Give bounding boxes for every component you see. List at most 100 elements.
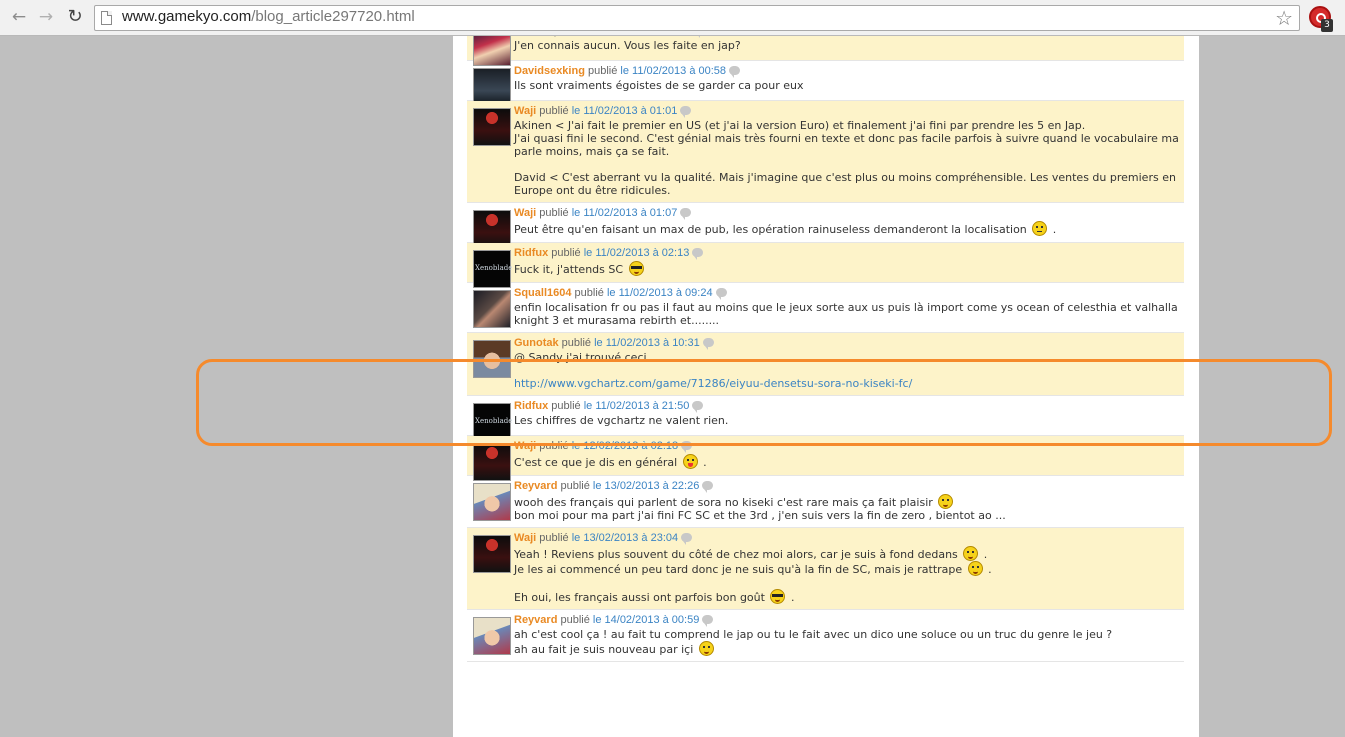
comment-item: Waji publié le 12/02/2013 à 02:18 C'est c… bbox=[467, 436, 1184, 481]
comment-body: Fuck it, j'attends SC bbox=[514, 261, 1180, 276]
page-icon bbox=[101, 11, 112, 25]
published-label: publié bbox=[551, 36, 586, 37]
comment-author[interactable]: Ridfux bbox=[514, 400, 548, 412]
smiley-cool-icon bbox=[770, 589, 786, 604]
back-arrow-icon[interactable]: ← bbox=[8, 6, 30, 28]
comment-date[interactable]: le 13/02/2013 à 23:04 bbox=[572, 532, 678, 544]
comment-date[interactable]: le 11/02/2013 à 09:24 bbox=[607, 287, 713, 299]
comment-date[interactable]: le 11/02/2013 à 21:50 bbox=[584, 400, 690, 412]
comment-body: enfin localisation fr ou pas il faut au … bbox=[514, 301, 1180, 327]
published-label: publié bbox=[557, 614, 593, 626]
avatar[interactable] bbox=[473, 290, 511, 328]
avatar[interactable] bbox=[473, 483, 511, 521]
url-text[interactable]: www.gamekyo.com/blog_article297720.html bbox=[122, 8, 415, 25]
comment-line: ah c'est cool ça ! au fait tu comprend l… bbox=[514, 628, 1113, 641]
comment-date[interactable]: le 11/02/2013 à 02:13 bbox=[584, 247, 690, 259]
reload-icon[interactable]: ↻ bbox=[64, 6, 86, 28]
comment-line: Je les ai commencé un peu tard donc je n… bbox=[514, 561, 992, 576]
smiley-cool-icon bbox=[628, 261, 644, 276]
published-label: publié bbox=[536, 105, 572, 117]
smiley-happy-icon bbox=[967, 561, 983, 576]
address-bar[interactable]: www.gamekyo.com/blog_article297720.html … bbox=[94, 5, 1300, 31]
forward-arrow-icon[interactable]: → bbox=[35, 6, 57, 28]
speech-bubble-icon[interactable] bbox=[692, 401, 704, 413]
comment-date[interactable]: le 12/02/2013 à 02:18 bbox=[572, 440, 678, 452]
comment-author[interactable]: Squall1604 bbox=[514, 287, 571, 299]
speech-bubble-icon[interactable] bbox=[715, 288, 727, 300]
comment-item: Ridfux publié le 11/02/2013 à 21:50Les c… bbox=[467, 396, 1184, 441]
comment-body: Ils sont vraiments égoistes de se garder… bbox=[514, 79, 1180, 92]
comment-body: C'est ce que je dis en général . bbox=[514, 454, 1180, 469]
bookmark-star-icon[interactable]: ☆ bbox=[1275, 6, 1293, 30]
speech-bubble-icon[interactable] bbox=[702, 615, 714, 627]
avatar[interactable] bbox=[473, 617, 511, 655]
comment-author[interactable]: Ridfux bbox=[514, 247, 548, 259]
comment-date[interactable]: le 11/02/2013 à 01:01 bbox=[572, 105, 678, 117]
comment-author[interactable]: Waji bbox=[514, 105, 536, 117]
comment-meta: Ridfux publié le 11/02/2013 à 21:50 bbox=[514, 400, 1180, 413]
comment-author[interactable]: Waji bbox=[514, 207, 536, 219]
url-host: www.gamekyo.com bbox=[122, 8, 252, 25]
speech-bubble-icon[interactable] bbox=[702, 481, 714, 493]
smiley-happy-icon bbox=[963, 546, 979, 561]
comment-item: Reyvard publié le 14/02/2013 à 00:59 ah c… bbox=[467, 610, 1184, 662]
comment-item: Akinen publié le 11/02/2013 à 00:55 J'en … bbox=[467, 36, 1184, 66]
published-label: publié bbox=[558, 337, 595, 349]
comment-body: Yeah ! Reviens plus souvent du côté de c… bbox=[514, 546, 1180, 604]
comment-item: Davidsexking publié le 11/02/2013 à 00:5… bbox=[467, 61, 1184, 106]
comment-date[interactable]: le 11/02/2013 à 00:55 bbox=[586, 36, 692, 37]
comment-date[interactable]: le 13/02/2013 à 22:26 bbox=[593, 480, 699, 492]
comment-meta: Reyvard publié le 13/02/2013 à 22:26 bbox=[514, 480, 1180, 493]
comment-line: J'ai quasi fini le second. C'est génial … bbox=[514, 132, 1179, 158]
comment-date[interactable]: le 11/02/2013 à 01:07 bbox=[572, 207, 678, 219]
comment-item: Reyvard publié le 13/02/2013 à 22:26 wooh… bbox=[467, 476, 1184, 528]
speech-bubble-icon[interactable] bbox=[681, 441, 693, 453]
avatar[interactable] bbox=[473, 108, 511, 146]
speech-bubble-icon[interactable] bbox=[702, 338, 714, 350]
avatar[interactable] bbox=[473, 340, 511, 378]
comment-author[interactable]: Reyvard bbox=[514, 614, 557, 626]
comment-line: ah au fait je suis nouveau par içi bbox=[514, 641, 1180, 656]
comment-date[interactable]: le 14/02/2013 à 00:59 bbox=[593, 614, 699, 626]
comment-author[interactable]: Davidsexking bbox=[514, 65, 585, 77]
comment-body: @ Sandy j'ai trouvé ceci http://www.vgcha… bbox=[514, 351, 1180, 390]
comment-author[interactable]: Akinen bbox=[514, 36, 551, 37]
comment-list: Akinen publié le 11/02/2013 à 00:55 J'en … bbox=[467, 36, 1184, 662]
smiley-happy-icon bbox=[938, 494, 954, 509]
comment-body: Peut être qu'en faisant un max de pub, l… bbox=[514, 221, 1180, 236]
comment-line: Les chiffres de vgchartz ne valent rien. bbox=[514, 414, 729, 427]
comment-line: David < C'est aberrant vu la qualité. Ma… bbox=[514, 171, 1176, 197]
comment-meta: Davidsexking publié le 11/02/2013 à 00:5… bbox=[514, 65, 1180, 78]
comment-author[interactable]: Waji bbox=[514, 532, 536, 544]
comment-item: Gunotak publié le 11/02/2013 à 10:31 @ Sa… bbox=[467, 333, 1184, 396]
comment-body: Les chiffres de vgchartz ne valent rien. bbox=[514, 414, 1180, 427]
comment-line: C'est ce que je dis en général . bbox=[514, 454, 707, 469]
comment-line: wooh des français qui parlent de sora no… bbox=[514, 494, 1180, 509]
comment-author[interactable]: Gunotak bbox=[514, 337, 559, 349]
smiley-neutral-icon bbox=[1032, 221, 1048, 236]
speech-bubble-icon[interactable] bbox=[680, 106, 692, 118]
comment-meta: Waji publié le 11/02/2013 à 01:01 bbox=[514, 105, 1180, 118]
comment-line: Eh oui, les français aussi ont parfois b… bbox=[514, 589, 795, 604]
published-label: publié bbox=[536, 207, 572, 219]
speech-bubble-icon[interactable] bbox=[692, 248, 704, 260]
page-content: Akinen publié le 11/02/2013 à 00:55 J'en … bbox=[453, 36, 1199, 737]
comment-author[interactable]: Reyvard bbox=[514, 480, 557, 492]
speech-bubble-icon[interactable] bbox=[681, 533, 693, 545]
comment-line: bon moi pour ma part j'ai fini FC SC et … bbox=[514, 509, 1006, 522]
smiley-happy-icon bbox=[698, 641, 714, 656]
comment-body: J'en connais aucun. Vous les faite en ja… bbox=[514, 39, 1180, 52]
avatar[interactable] bbox=[473, 535, 511, 573]
comment-date[interactable]: le 11/02/2013 à 00:58 bbox=[620, 65, 726, 77]
speech-bubble-icon[interactable] bbox=[680, 208, 692, 220]
comment-line: enfin localisation fr ou pas il faut au … bbox=[514, 301, 1178, 327]
extension-badge: 3 bbox=[1321, 19, 1333, 32]
speech-bubble-icon[interactable] bbox=[729, 66, 741, 78]
comment-line: Yeah ! Reviens plus souvent du côté de c… bbox=[514, 546, 988, 561]
comment-line: Akinen < J'ai fait le premier en US (et … bbox=[514, 119, 1086, 132]
comment-date[interactable]: le 11/02/2013 à 10:31 bbox=[594, 337, 700, 349]
comment-item: Waji publié le 11/02/2013 à 01:07 Peut êt… bbox=[467, 203, 1184, 248]
comment-meta: Waji publié le 13/02/2013 à 23:04 bbox=[514, 532, 1180, 545]
comment-author[interactable]: Waji bbox=[514, 440, 536, 452]
comment-link[interactable]: http://www.vgchartz.com/game/71286/eiyuu… bbox=[514, 377, 912, 390]
